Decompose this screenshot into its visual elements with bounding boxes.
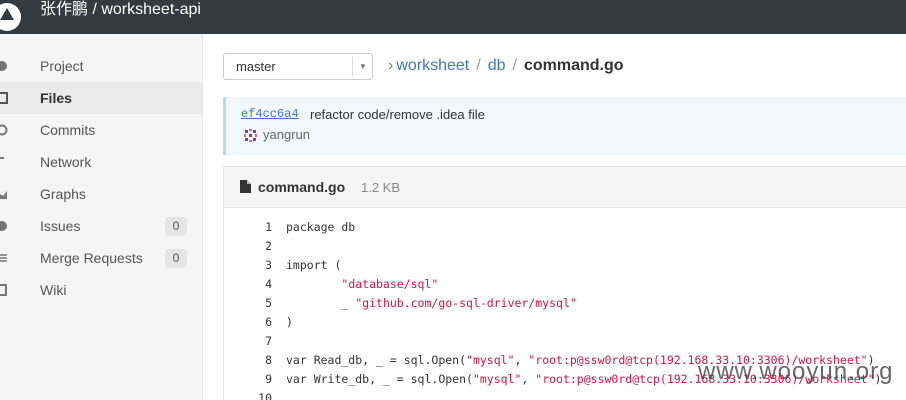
string-literal: "mysql" (472, 372, 522, 386)
file-icon (240, 180, 251, 193)
sidebar-item-label: Files (40, 90, 72, 106)
sidebar-item-merge-requests[interactable]: Merge Requests 0 (0, 242, 202, 274)
sidebar-item-label: Graphs (40, 186, 86, 202)
issues-icon (0, 221, 7, 231)
line-number[interactable]: 8 (224, 351, 272, 370)
line-number[interactable]: 10 (224, 389, 272, 400)
line-number[interactable]: 1 (224, 218, 272, 237)
file-size: 1.2 KB (361, 180, 401, 195)
breadcrumb-separator: / (476, 57, 481, 74)
sidebar-item-wiki[interactable]: Wiki (0, 274, 202, 306)
avatar[interactable] (243, 128, 258, 143)
code-line: _ "github.com/go-sql-driver/mysql" (286, 294, 881, 313)
branch-select-value: master (236, 59, 276, 74)
line-number-gutter: 1 2 3 4 5 6 7 8 9 10 (224, 218, 272, 400)
chevron-down-icon[interactable]: ▼ (359, 54, 367, 79)
home-icon (0, 61, 7, 71)
commit-author[interactable]: yangrun (263, 127, 310, 142)
string-literal: "database/sql" (341, 277, 439, 291)
line-number[interactable]: 4 (224, 275, 272, 294)
sidebar-item-label: Issues (40, 218, 81, 234)
sidebar-item-label: Wiki (40, 282, 67, 298)
sidebar-item-label: Project (40, 58, 84, 74)
sidebar-item-label: Network (40, 154, 92, 170)
line-number[interactable]: 5 (224, 294, 272, 313)
history-icon (0, 124, 8, 136)
sidebar-item-network[interactable]: Network (0, 146, 202, 178)
watermark: www.wooyun.org (698, 358, 894, 385)
code-token: package db (286, 220, 356, 234)
code-token: import ( (286, 258, 342, 272)
breadcrumb-link-db[interactable]: db (488, 57, 506, 74)
breadcrumb: › worksheet / db / command.go (388, 55, 624, 77)
code-line: package db (286, 218, 881, 237)
merge-requests-count-badge: 0 (165, 249, 187, 268)
file-header: command.go 1.2 KB (224, 167, 906, 208)
branch-select[interactable]: master ▼ (223, 53, 373, 80)
sidebar-item-files[interactable]: Files (0, 82, 202, 114)
sidebar-item-commits[interactable]: Commits (0, 114, 202, 146)
file-name: command.go (258, 179, 346, 195)
sidebar-item-graphs[interactable]: Graphs (0, 178, 202, 210)
code-token: , (521, 372, 536, 386)
string-literal: "github.com/go-sql-driver/mysql" (355, 296, 577, 310)
line-number[interactable]: 3 (224, 256, 272, 275)
code-token: var Read_db, _ = sql.Open( (286, 353, 467, 367)
string-literal: "mysql" (466, 353, 515, 367)
breadcrumb-link-worksheet[interactable]: worksheet (396, 57, 469, 74)
chevron-right-icon: › (388, 57, 394, 74)
code-token: , (514, 353, 529, 367)
sidebar-item-project[interactable]: Project (0, 50, 202, 82)
code-line: import ( (286, 256, 881, 275)
code-line: "database/sql" (286, 275, 881, 294)
breadcrumb-current-file: command.go (523, 57, 624, 74)
gitlab-logo-icon[interactable] (0, 0, 24, 34)
issues-count-badge: 0 (165, 217, 187, 236)
line-number[interactable]: 6 (224, 313, 272, 332)
sidebar-item-label: Merge Requests (40, 250, 143, 266)
files-icon (0, 92, 8, 104)
line-number[interactable]: 2 (224, 237, 272, 256)
breadcrumb-separator: / (512, 57, 517, 74)
line-number[interactable]: 7 (224, 332, 272, 351)
code-line: ) (286, 313, 881, 332)
code-token: var Write_db, _ = sql.Open( (286, 372, 473, 386)
sidebar-item-issues[interactable]: Issues 0 (0, 210, 202, 242)
code-token: ) (286, 315, 293, 329)
merge-request-icon (0, 254, 7, 262)
graph-icon (0, 191, 7, 199)
sidebar: Project Files Commits Network Graphs Iss… (0, 34, 203, 400)
network-icon (0, 157, 4, 159)
sidebar-item-label: Commits (40, 122, 96, 138)
commit-sha-link[interactable]: ef4cc6a4 (241, 107, 299, 121)
commit-message[interactable]: refactor code/remove .idea file (310, 107, 485, 122)
book-icon (0, 284, 7, 296)
project-title[interactable]: 张作鹏 / worksheet-api (40, 0, 201, 20)
branch-select-divider (352, 57, 353, 76)
code-token: _ (286, 296, 356, 310)
top-header-bar: 张作鹏 / worksheet-api (0, 0, 906, 34)
line-number[interactable]: 9 (224, 370, 272, 389)
last-commit-panel: ef4cc6a4 refactor code/remove .idea file… (223, 97, 906, 155)
